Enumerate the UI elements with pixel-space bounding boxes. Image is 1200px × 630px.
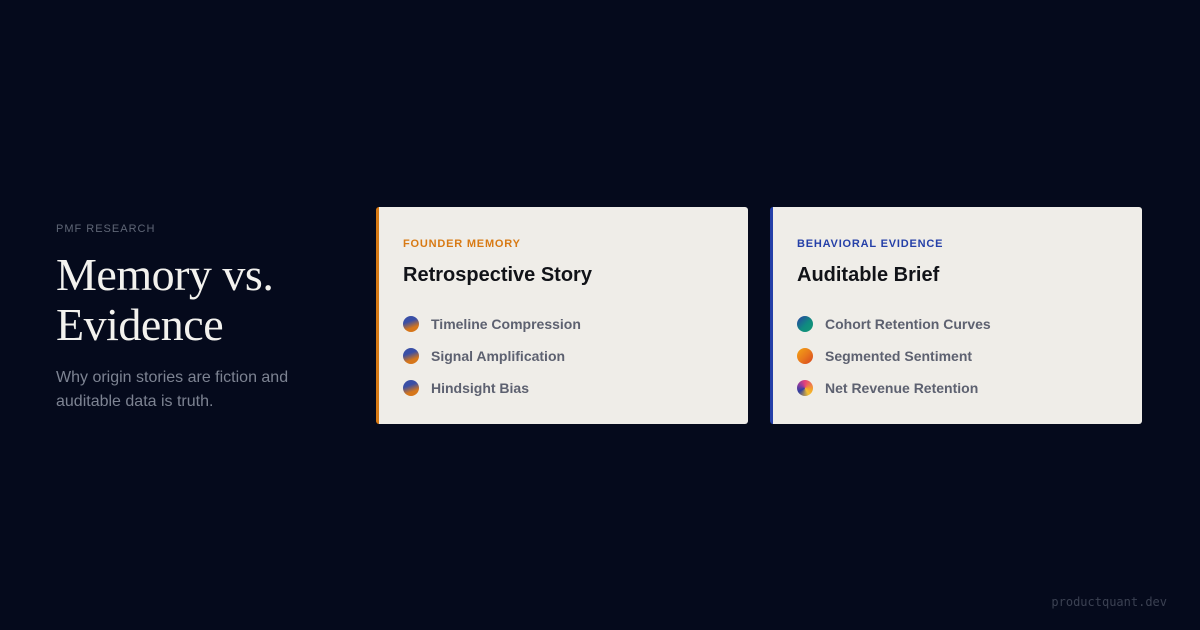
list-item-label: Signal Amplification [431,348,566,364]
bias-dot-icon [403,380,419,396]
founder-memory-card: FOUNDER MEMORY Retrospective Story Timel… [376,207,748,424]
card-eyebrow: BEHAVIORAL EVIDENCE [797,238,944,250]
list-item: Hindsight Bias [403,372,724,404]
card-item-list: Timeline Compression Signal Amplificatio… [403,308,724,404]
list-item: Timeline Compression [403,308,724,340]
revenue-dot-icon [797,380,813,396]
card-item-list: Cohort Retention Curves Segmented Sentim… [797,308,1118,404]
list-item: Signal Amplification [403,340,724,372]
page-subtitle: Why origin stories are fiction and audit… [56,369,289,410]
sentiment-dot-icon [797,348,813,364]
list-item: Net Revenue Retention [797,372,1118,404]
bias-dot-icon [403,316,419,332]
card-title: Retrospective Story [403,264,592,286]
retention-dot-icon [797,316,813,332]
list-item-label: Segmented Sentiment [825,348,973,364]
list-item: Cohort Retention Curves [797,308,1118,340]
bias-dot-icon [403,348,419,364]
intro-section: PMF RESEARCH Memory vs. Evidence Why ori… [56,222,346,414]
section-eyebrow: PMF RESEARCH [56,223,156,235]
list-item-label: Cohort Retention Curves [825,316,991,332]
list-item-label: Hindsight Bias [431,380,530,396]
list-item-label: Timeline Compression [431,316,581,332]
list-item-label: Net Revenue Retention [825,380,979,396]
list-item: Segmented Sentiment [797,340,1118,372]
site-url: productquant.dev [1051,595,1167,609]
behavioral-evidence-card: BEHAVIORAL EVIDENCE Auditable Brief Coho… [770,207,1142,424]
page-title: Memory vs. Evidence [56,249,274,350]
card-eyebrow: FOUNDER MEMORY [403,238,521,250]
card-title: Auditable Brief [797,264,940,286]
